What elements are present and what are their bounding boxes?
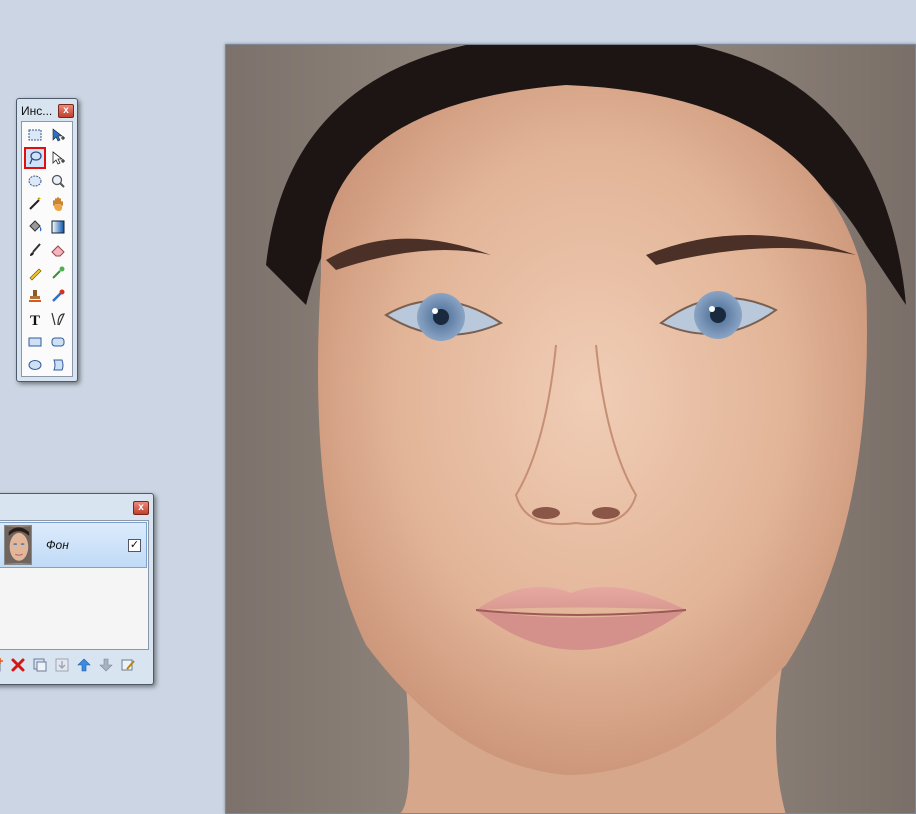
tools-window-close-button[interactable]: x [58, 104, 74, 118]
tools-panel: T [21, 121, 73, 377]
paint-bucket-icon[interactable] [24, 216, 46, 238]
recolor-icon[interactable] [47, 285, 69, 307]
paintbrush-icon[interactable] [24, 239, 46, 261]
layers-window-close-button[interactable]: x [133, 501, 149, 515]
line-curve-icon[interactable] [47, 308, 69, 330]
gradient-icon[interactable] [47, 216, 69, 238]
portrait-photo [226, 45, 915, 813]
move-selected-icon[interactable] [47, 147, 69, 169]
magic-wand-icon[interactable] [24, 193, 46, 215]
svg-text:T: T [30, 313, 40, 327]
freeform-shape-icon[interactable] [47, 354, 69, 376]
move-layer-down-icon[interactable] [97, 656, 115, 674]
rectangle-shape-icon[interactable] [24, 331, 46, 353]
tools-window: Инс... x T [16, 98, 78, 382]
color-picker-icon[interactable] [47, 262, 69, 284]
duplicate-layer-icon[interactable] [31, 656, 49, 674]
layer-thumbnail [4, 525, 32, 565]
layer-row-background[interactable]: Фон ✓ [0, 522, 147, 568]
layer-visibility-checkbox[interactable]: ✓ [128, 539, 141, 552]
lasso-select-icon[interactable] [24, 147, 46, 169]
move-selection-icon[interactable] [47, 124, 69, 146]
layers-toolbar [0, 654, 149, 678]
eraser-icon[interactable] [47, 239, 69, 261]
move-layer-up-icon[interactable] [75, 656, 93, 674]
zoom-icon[interactable] [47, 170, 69, 192]
rectangle-select-icon[interactable] [24, 124, 46, 146]
layers-list: Фон ✓ [0, 520, 149, 650]
clone-stamp-icon[interactable] [24, 285, 46, 307]
delete-layer-icon[interactable] [9, 656, 27, 674]
text-icon[interactable]: T [24, 308, 46, 330]
rounded-rectangle-icon[interactable] [47, 331, 69, 353]
pencil-icon[interactable] [24, 262, 46, 284]
layer-properties-icon[interactable] [119, 656, 137, 674]
add-layer-icon[interactable] [0, 656, 5, 674]
image-canvas[interactable] [225, 44, 916, 814]
pan-hand-icon[interactable] [47, 193, 69, 215]
merge-layer-down-icon[interactable] [53, 656, 71, 674]
layer-name: Фон [46, 538, 69, 552]
layers-window: ои x Фон ✓ [0, 493, 154, 685]
ellipse-select-icon[interactable] [24, 170, 46, 192]
ellipse-shape-icon[interactable] [24, 354, 46, 376]
